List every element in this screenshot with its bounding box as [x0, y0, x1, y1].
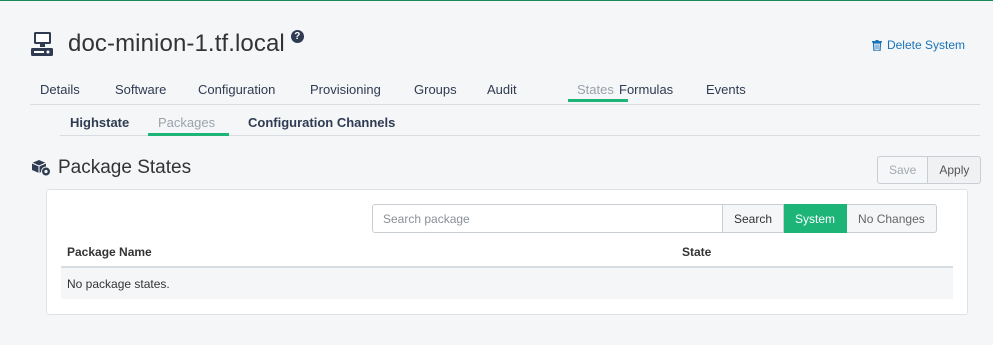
- tab-details[interactable]: Details: [40, 82, 80, 97]
- search-input[interactable]: [372, 204, 723, 233]
- search-button[interactable]: Search: [723, 204, 785, 233]
- package-states-panel: Search System No Changes Package Name St…: [46, 189, 968, 315]
- page-title: doc-minion-1.tf.local: [68, 30, 285, 57]
- package-table: Package Name State No package states.: [61, 242, 953, 299]
- table-header: Package Name State: [61, 242, 953, 268]
- section-title: Package States: [58, 157, 192, 178]
- section-header: Package States: [30, 157, 191, 179]
- no-changes-button[interactable]: No Changes: [847, 204, 937, 233]
- trash-icon: [871, 39, 882, 51]
- tab-states[interactable]: States: [577, 82, 614, 97]
- active-tab-indicator: [568, 99, 628, 102]
- subtab-highstate[interactable]: Highstate: [70, 115, 129, 130]
- empty-table-message: No package states.: [67, 277, 170, 291]
- tab-audit[interactable]: Audit: [487, 82, 517, 97]
- tab-provisioning[interactable]: Provisioning: [310, 82, 381, 97]
- system-tabs: Details Software Configuration Provision…: [30, 80, 980, 105]
- top-border: [0, 0, 993, 1]
- system-filter-button[interactable]: System: [784, 204, 848, 233]
- save-button[interactable]: Save: [877, 156, 929, 184]
- table-row: No package states.: [61, 268, 953, 299]
- tab-events[interactable]: Events: [706, 82, 746, 97]
- column-header-state: State: [682, 245, 712, 259]
- delete-system-link[interactable]: Delete System: [871, 38, 965, 52]
- tab-software[interactable]: Software: [115, 82, 166, 97]
- subtab-configuration-channels[interactable]: Configuration Channels: [248, 115, 395, 130]
- active-subtab-indicator: [148, 133, 229, 136]
- apply-button[interactable]: Apply: [928, 156, 982, 184]
- column-header-package-name: Package Name: [67, 245, 152, 259]
- delete-system-label: Delete System: [886, 38, 965, 52]
- states-subtabs: Highstate Packages Configuration Channel…: [60, 113, 980, 136]
- tab-formulas[interactable]: Formulas: [619, 82, 673, 97]
- tab-groups[interactable]: Groups: [414, 82, 457, 97]
- tab-configuration[interactable]: Configuration: [198, 82, 275, 97]
- question-circle-icon[interactable]: ?: [290, 29, 304, 43]
- packages-gear-icon: [31, 160, 51, 177]
- search-bar: Search System No Changes: [372, 204, 937, 233]
- system-header: doc-minion-1.tf.local ?: [30, 26, 304, 62]
- save-apply-group: Save Apply: [877, 156, 982, 184]
- subtab-packages[interactable]: Packages: [158, 115, 215, 130]
- desktop-system-icon: [31, 32, 53, 56]
